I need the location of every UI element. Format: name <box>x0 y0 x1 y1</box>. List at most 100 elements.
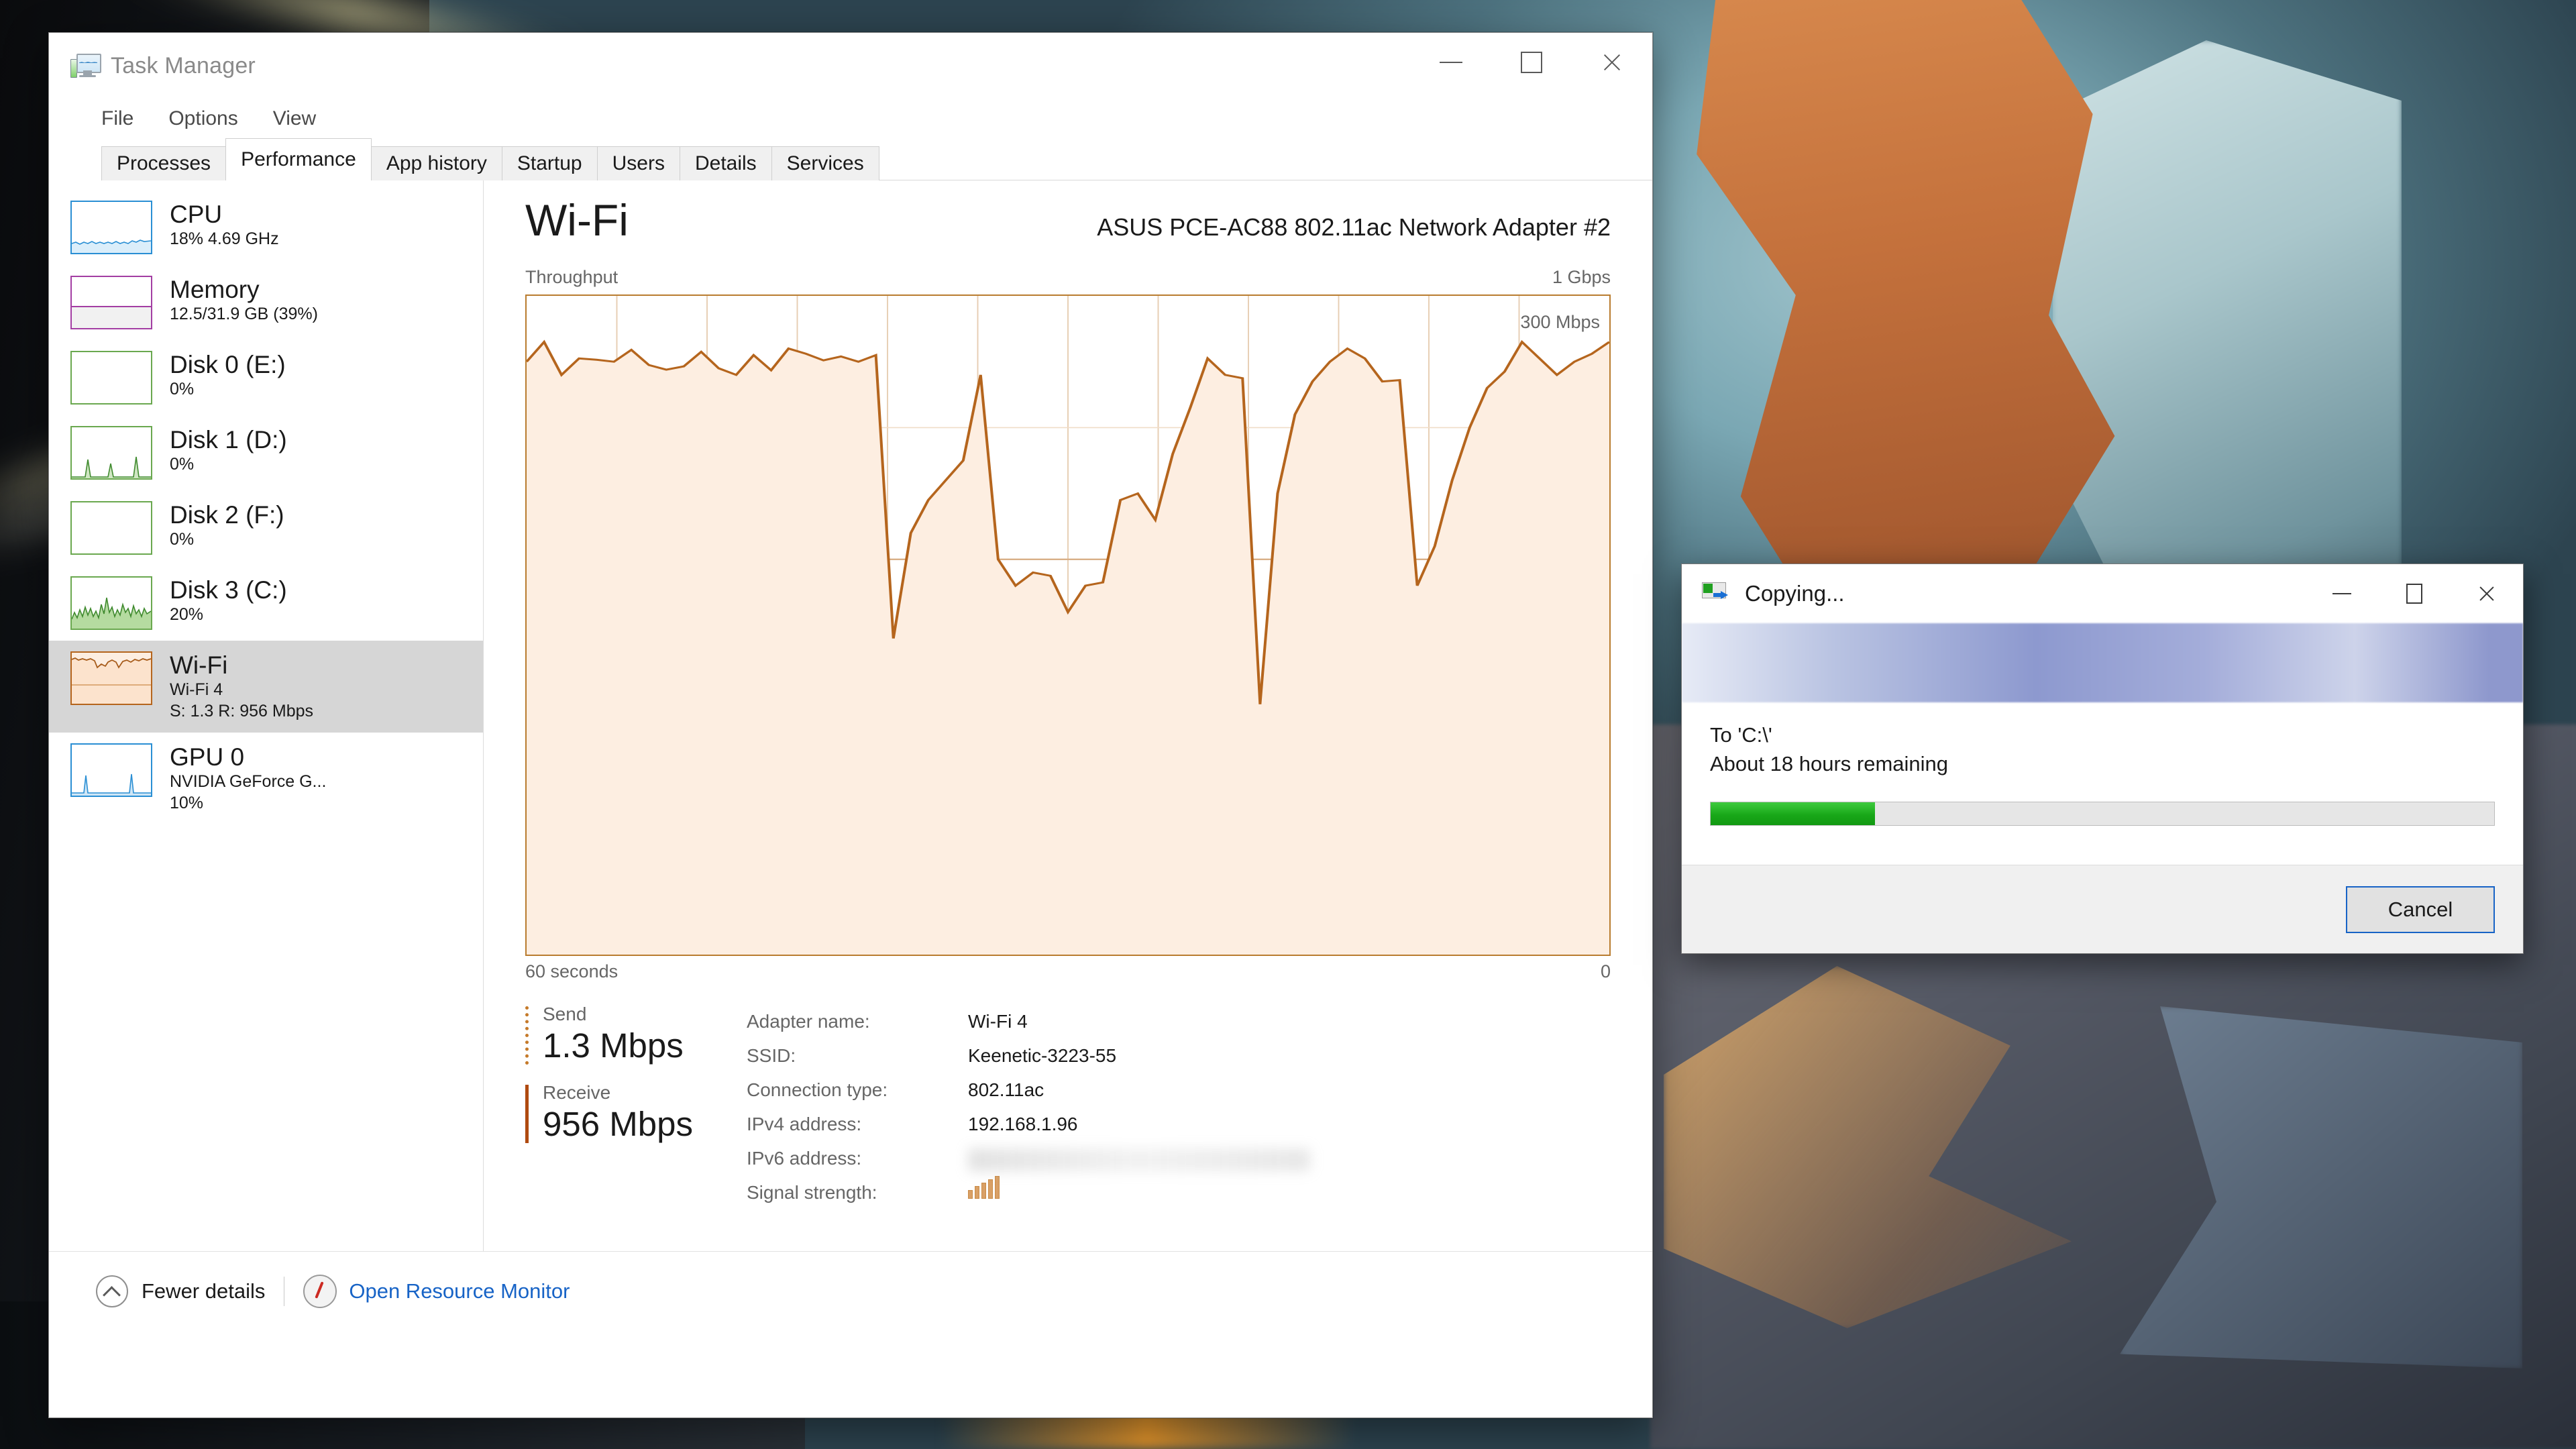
sidebar-item-sub: 20% <box>170 604 204 624</box>
fewer-details-button[interactable]: Fewer details <box>142 1279 265 1303</box>
field-value-ipv6-address <box>968 1142 1611 1176</box>
page-title: Wi-Fi <box>525 195 629 245</box>
receive-value: 956 Mbps <box>543 1105 693 1144</box>
copying-minimize-button[interactable] <box>2306 567 2378 621</box>
sidebar-item-sub2: 10% <box>170 793 204 812</box>
sidebar-item-wifi[interactable]: Wi-Fi Wi-Fi 4 S: 1.3 R: 956 Mbps <box>49 641 483 733</box>
graph-time-left-label: 60 seconds <box>525 961 619 981</box>
receive-legend-swatch <box>525 1085 529 1144</box>
tab-performance[interactable]: Performance <box>225 138 372 180</box>
chevron-up-icon <box>96 1275 128 1307</box>
disk3-sparkline <box>72 597 151 629</box>
open-resource-monitor-link[interactable]: Open Resource Monitor <box>349 1279 570 1303</box>
copying-maximize-button[interactable] <box>2378 567 2451 621</box>
signal-bar <box>988 1179 993 1199</box>
disk2-thumbnail <box>70 501 152 555</box>
disk1-thumbnail <box>70 426 152 480</box>
task-manager-icon <box>70 51 101 80</box>
field-value-signal-strength <box>968 1175 1611 1210</box>
close-button[interactable] <box>1572 33 1652 92</box>
wifi-thumbnail <box>70 651 152 705</box>
sidebar-item-disk3[interactable]: Disk 3 (C:) 20% <box>49 566 483 641</box>
sidebar-text: Disk 1 (D:) 0% <box>170 426 287 475</box>
sidebar-text: Disk 2 (F:) 0% <box>170 501 284 550</box>
signal-bar <box>975 1186 979 1199</box>
sidebar-item-cpu[interactable]: CPU 18% 4.69 GHz <box>49 190 483 265</box>
send-label: Send <box>543 1004 587 1024</box>
adapter-details-grid: Adapter name: Wi-Fi 4 SSID: Keenetic-322… <box>747 1002 1611 1210</box>
graph-header: Throughput 1 Gbps <box>525 267 1611 288</box>
sidebar-item-label: Disk 0 (E:) <box>170 351 286 378</box>
copy-progress-bar <box>1710 801 2495 826</box>
copying-close-button[interactable] <box>2451 567 2523 621</box>
minimize-button[interactable] <box>1411 33 1491 92</box>
tab-strip: Processes Performance App history Startu… <box>49 138 1652 180</box>
tab-app-history[interactable]: App history <box>370 146 502 180</box>
sidebar-item-disk1[interactable]: Disk 1 (D:) 0% <box>49 415 483 490</box>
graph-time-right-label: 0 <box>1600 961 1611 981</box>
graph-footer: 60 seconds 0 <box>525 961 1611 982</box>
send-legend-swatch <box>525 1006 529 1065</box>
minimize-icon <box>1440 62 1462 63</box>
window-controls <box>1411 33 1652 99</box>
tab-processes[interactable]: Processes <box>101 146 227 180</box>
send-value: 1.3 Mbps <box>543 1026 684 1065</box>
sidebar-text: Memory 12.5/31.9 GB (39%) <box>170 276 318 325</box>
cancel-button[interactable]: Cancel <box>2346 885 2495 933</box>
menu-options[interactable]: Options <box>168 107 237 130</box>
sidebar-text: CPU 18% 4.69 GHz <box>170 201 279 250</box>
sidebar-item-memory[interactable]: Memory 12.5/31.9 GB (39%) <box>49 265 483 340</box>
copying-info: To 'C:\' About 18 hours remaining <box>1682 702 2523 826</box>
menu-view[interactable]: View <box>273 107 316 130</box>
sidebar-item-disk0[interactable]: Disk 0 (E:) 0% <box>49 340 483 415</box>
tab-services[interactable]: Services <box>771 146 879 180</box>
close-icon <box>2477 584 2496 603</box>
copying-animation-banner <box>1682 623 2523 702</box>
sidebar-item-label: Disk 1 (D:) <box>170 426 287 453</box>
sidebar-item-gpu0[interactable]: GPU 0 NVIDIA GeForce G... 10% <box>49 733 483 824</box>
maximize-button[interactable] <box>1491 33 1572 92</box>
tab-details[interactable]: Details <box>679 146 772 180</box>
menu-bar: File Options View <box>49 99 1652 139</box>
field-value-adapter-name: Wi-Fi 4 <box>968 1011 1028 1032</box>
signal-bar <box>995 1175 1000 1199</box>
status-bar: Fewer details Open Resource Monitor <box>49 1251 1652 1308</box>
task-manager-window[interactable]: Task Manager File Options View Processes… <box>48 32 1653 1418</box>
field-key-signal-strength: Signal strength: <box>747 1181 877 1203</box>
send-block: Send 1.3 Mbps <box>525 1002 747 1066</box>
resource-sidebar: CPU 18% 4.69 GHz Memory 12.5/31.9 GB (39… <box>49 180 484 1251</box>
copying-dialog[interactable]: Copying... To 'C:\' About 18 hours remai… <box>1681 564 2524 954</box>
copying-title: Copying... <box>1745 581 1845 606</box>
receive-block: Receive 956 Mbps <box>525 1081 747 1144</box>
field-key-ipv4-address: IPv4 address: <box>747 1113 862 1134</box>
signal-strength-icon <box>968 1175 1000 1199</box>
resource-monitor-icon <box>303 1275 337 1308</box>
signal-bar <box>968 1189 973 1199</box>
sidebar-item-label: CPU <box>170 201 223 228</box>
tab-users[interactable]: Users <box>596 146 680 180</box>
memory-sparkline <box>72 306 151 328</box>
title-bar[interactable]: Task Manager <box>49 33 1652 99</box>
sidebar-text: GPU 0 NVIDIA GeForce G... 10% <box>170 743 326 814</box>
sidebar-item-label: Memory <box>170 276 260 303</box>
field-key-adapter-name: Adapter name: <box>747 1011 870 1032</box>
disk0-thumbnail <box>70 351 152 405</box>
field-key-connection-type: Connection type: <box>747 1079 888 1100</box>
copying-title-bar[interactable]: Copying... <box>1682 564 2523 623</box>
disk1-sparkline <box>72 456 151 478</box>
sidebar-item-label: Disk 3 (C:) <box>170 576 287 604</box>
sidebar-text: Wi-Fi Wi-Fi 4 S: 1.3 R: 956 Mbps <box>170 651 313 722</box>
cpu-sparkline <box>72 239 151 253</box>
field-value-ipv4-address: 192.168.1.96 <box>968 1113 1078 1134</box>
sidebar-item-sub: 0% <box>170 379 195 398</box>
copy-time-remaining: About 18 hours remaining <box>1710 751 1949 775</box>
sidebar-item-sub: 0% <box>170 529 195 549</box>
menu-file[interactable]: File <box>101 107 133 130</box>
adapter-model-label: ASUS PCE-AC88 802.11ac Network Adapter #… <box>1097 213 1611 241</box>
copy-destination: To 'C:\' <box>1710 723 1772 747</box>
sidebar-item-disk2[interactable]: Disk 2 (F:) 0% <box>49 490 483 566</box>
graph-max-label: 1 Gbps <box>1552 267 1611 287</box>
sidebar-text: Disk 0 (E:) 0% <box>170 351 286 400</box>
tab-startup[interactable]: Startup <box>501 146 598 180</box>
signal-bar <box>981 1183 986 1199</box>
